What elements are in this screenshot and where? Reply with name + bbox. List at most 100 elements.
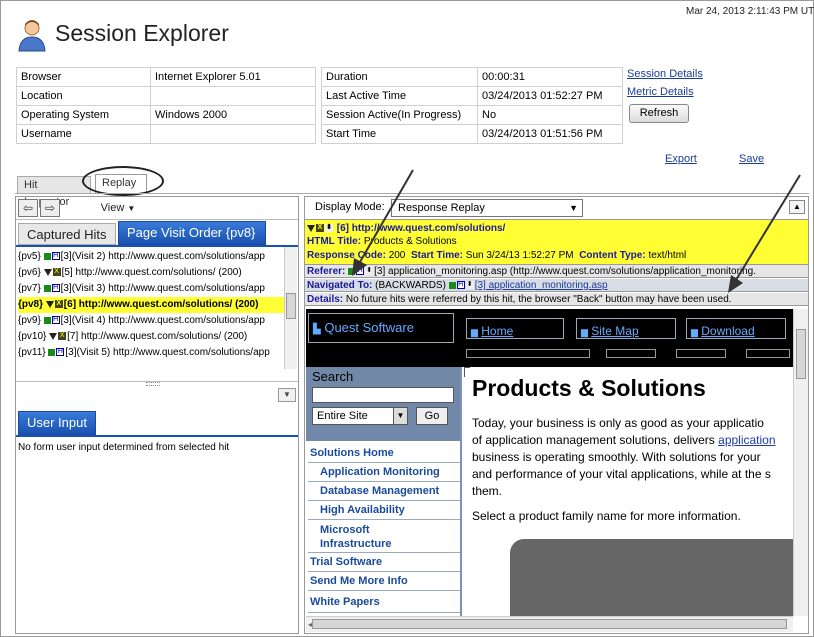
visit-list: {pv5} H [3](Visit 2) http://www.quest.com… [16,247,284,369]
start-time-label: Start Time: [410,250,463,261]
replay-paragraph: Today, your business is only as good as … [472,415,793,500]
scrollbar-thumb[interactable] [312,619,787,629]
tab-user-input[interactable]: User Input [18,411,96,435]
display-mode-select[interactable]: Response Replay ▼ [391,199,583,217]
product-image-placeholder [510,539,793,616]
info-label: Browser [16,67,151,87]
session-details-link[interactable]: Session Details [627,68,703,80]
replay-header: ▙ Quest Software ▆ Home ▆ Site Map ▆ Dow… [306,309,793,367]
divider [308,500,460,501]
list-item[interactable]: {pv7} H [3](Visit 3) http://www.quest.com… [18,281,265,297]
sidebar-item-high-availability[interactable]: High Availability [320,504,405,516]
save-link[interactable]: Save [739,153,764,165]
list-item[interactable]: {pv6} X [5] http://www.quest.com/solution… [18,265,242,281]
paragraph-line: business is operating smoothly. With sol… [472,450,761,464]
refresh-button[interactable]: Refresh [629,104,689,123]
search-scope-select[interactable]: Entire Site ▼ [312,407,408,425]
info-label: Duration [321,67,478,87]
html-icon: H [356,267,365,276]
sidebar-item-application-monitoring[interactable]: Application Monitoring [320,466,440,478]
details-row: Details: No future hits were referred by… [305,293,808,306]
table-row: Last Active Time 03/24/2013 01:52:27 PM [321,86,623,106]
nav-placeholder [676,349,726,358]
divider [308,481,460,482]
navigated-link[interactable]: [3] application_monitoring.asp [475,280,608,291]
info-value [150,124,316,144]
paragraph-line: them. [472,484,503,498]
sidebar-item-microsoft-infrastructure[interactable]: Microsoft Infrastructure [320,523,420,551]
tab-page-visit-order[interactable]: Page Visit Order {pv8} [118,221,266,245]
scrollbar-thumb[interactable] [286,293,296,319]
export-link[interactable]: Export [665,153,697,165]
navigated-row[interactable]: Navigated To: (BACKWARDS) H ⬍ [3] applicat… [305,279,808,292]
replay-nav-download[interactable]: ▆ Download [686,318,786,339]
nav-placeholder [606,349,656,358]
scrollbar-thumb[interactable] [796,329,806,379]
user-input-message: No form user input determined from selec… [18,442,230,453]
table-row: Duration 00:00:31 [321,67,623,87]
start-time-value: Sun 3/24/13 1:52:27 PM [465,250,574,261]
referer-row[interactable]: Referer: H ⬍ [3] application_monitoring.as… [305,265,808,278]
metric-details-link[interactable]: Metric Details [627,86,694,98]
forward-arrow-icon[interactable]: ⇨ [40,199,60,217]
list-item[interactable]: {pv11} H [3](Visit 5) http://www.quest.co… [18,345,270,361]
lock-icon: ⬍ [365,267,374,276]
html-icon: H [51,252,60,261]
tab-hit-inspector[interactable]: Hit Inspector [17,176,91,208]
response-code-label: Response Code: [307,250,386,261]
sidebar-item-database-management[interactable]: Database Management [320,485,439,497]
visit-text: [3](Visit 2) http://www.quest.com/soluti… [60,251,265,262]
splitter-handle[interactable] [146,382,160,386]
user-icon [18,20,46,52]
hit-url: [6] http://www.quest.com/solutions/ [336,223,506,234]
paragraph-line: and performance of your vital applicatio… [472,467,771,481]
view-dropdown[interactable]: View ▼ [78,199,158,217]
application-link[interactable]: application [718,433,775,447]
chevron-down-icon: ▼ [569,203,578,213]
visit-id: {pv9} [18,315,41,326]
list-item[interactable]: {pv5} H [3](Visit 2) http://www.quest.com… [18,249,265,265]
page-title: Session Explorer [55,20,229,46]
green-square-icon [48,348,56,356]
html-title-label: HTML Title: [307,236,362,247]
content-type-value: text/html [648,250,687,261]
replay-frame: ▙ Quest Software ▆ Home ▆ Site Map ▆ Dow… [306,309,793,616]
lock-icon: ⬍ [325,224,333,233]
lock-icon: ⬍ [465,281,474,290]
triangle-icon [43,268,52,276]
search-input[interactable] [312,387,454,403]
nav-label: Home [481,324,514,338]
replay-nav-sitemap[interactable]: ▆ Site Map [576,318,676,339]
html-icon: H [51,284,60,293]
table-row: Browser Internet Explorer 5.01 [16,67,316,87]
replay-heading: Products & Solutions [472,375,706,401]
tab-captured-hits[interactable]: Captured Hits [18,223,116,245]
sidebar-item-solutions-home[interactable]: Solutions Home [310,447,394,459]
sidebar-item-send-me-more-info[interactable]: Send Me More Info [310,575,408,587]
go-button[interactable]: Go [416,407,448,425]
sidebar-item-white-papers[interactable]: White Papers [310,596,380,608]
list-item[interactable]: {pv10} X [7] http://www.quest.com/solutio… [18,329,247,345]
info-value: Windows 2000 [150,105,316,125]
x-box-icon: X [52,268,61,277]
collapse-chevron-icon[interactable]: ▼ [278,388,296,402]
truck-icon: ▆ [581,327,588,337]
tab-divider [15,193,809,194]
collapse-up-icon[interactable]: ▲ [789,200,805,214]
visit-list-scrollbar[interactable] [284,247,297,369]
divider [308,612,460,613]
html-icon: H [456,281,465,290]
sidebar-item-trial-software[interactable]: Trial Software [310,556,382,568]
back-arrow-icon[interactable]: ⇦ [18,199,38,217]
visit-id: {pv6} [18,267,41,278]
list-item-selected[interactable]: {pv8} X [6] http://www.quest.com/solution… [18,297,284,313]
green-square-icon [448,281,456,289]
replay-vertical-scrollbar[interactable] [793,309,808,616]
x-box-icon: X [54,300,63,309]
quest-logo: ▙ Quest Software [308,313,454,343]
replay-horizontal-scrollbar[interactable]: ◀ [306,616,793,632]
x-box-icon: X [58,332,67,341]
list-item[interactable]: {pv9} H [3](Visit 4) http://www.quest.com… [18,313,265,329]
referer-value: [3] application_monitoring.asp (http://w… [374,266,757,277]
replay-nav-home[interactable]: ▆ Home [466,318,564,339]
